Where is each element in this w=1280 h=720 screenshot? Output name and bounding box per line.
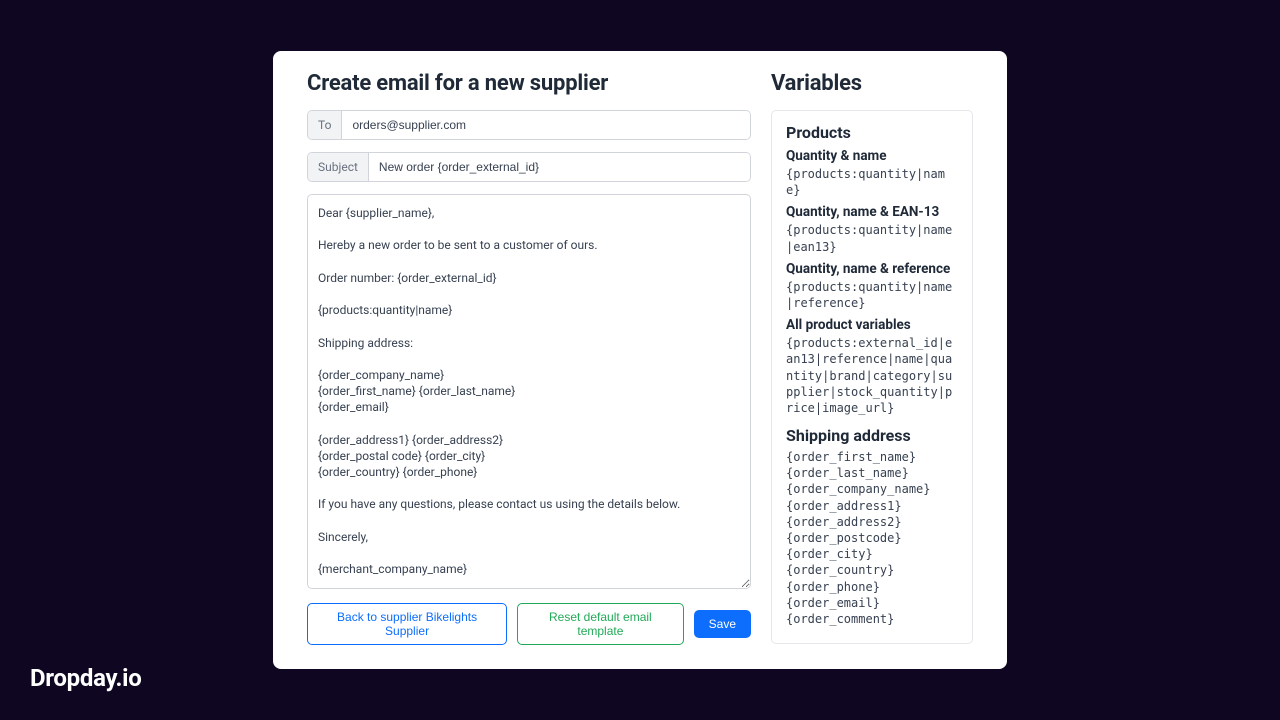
reset-button[interactable]: Reset default email template	[517, 603, 684, 645]
subject-field-row: Subject	[307, 152, 751, 182]
var-code: {order_first_name}	[786, 449, 958, 465]
body-textarea[interactable]	[307, 194, 751, 589]
to-field-row: To	[307, 110, 751, 140]
var-code: {order_email}	[786, 595, 958, 611]
email-form: Create email for a new supplier To Subje…	[307, 71, 751, 645]
to-label: To	[308, 111, 342, 139]
var-code: {order_phone}	[786, 579, 958, 595]
save-button[interactable]: Save	[694, 610, 751, 638]
var-label: Quantity, name & EAN-13	[786, 204, 958, 220]
var-code: {products:quantity|name|ean13}	[786, 222, 958, 254]
subject-label: Subject	[308, 153, 369, 181]
page-title: Create email for a new supplier	[307, 71, 751, 96]
subject-input[interactable]	[369, 153, 750, 181]
modal-card: Create email for a new supplier To Subje…	[273, 51, 1007, 669]
products-heading: Products	[786, 123, 958, 142]
brand-logo: Dropday.io	[30, 664, 141, 692]
var-code: {order_country}	[786, 562, 958, 578]
variables-title: Variables	[771, 71, 973, 96]
var-code: {order_comment}	[786, 611, 958, 627]
shipping-vars-list: {order_first_name} {order_last_name} {or…	[786, 449, 958, 627]
var-code: {order_city}	[786, 546, 958, 562]
back-button[interactable]: Back to supplier Bikelights Supplier	[307, 603, 507, 645]
var-label: All product variables	[786, 317, 958, 333]
var-code: {order_last_name}	[786, 465, 958, 481]
var-code: {order_company_name}	[786, 481, 958, 497]
var-code: {order_address2}	[786, 514, 958, 530]
var-code: {products:quantity|name}	[786, 166, 958, 198]
var-code: {order_address1}	[786, 498, 958, 514]
var-label: Quantity & name	[786, 148, 958, 164]
var-code: {order_postcode}	[786, 530, 958, 546]
variables-sidebar: Variables Products Quantity & name {prod…	[771, 71, 973, 645]
action-bar: Back to supplier Bikelights Supplier Res…	[307, 603, 751, 645]
shipping-heading: Shipping address	[786, 426, 958, 445]
to-input[interactable]	[342, 111, 750, 139]
var-label: Quantity, name & reference	[786, 261, 958, 277]
var-code: {products:quantity|name|reference}	[786, 279, 958, 311]
var-code: {products:external_id|ean13|reference|na…	[786, 335, 958, 416]
variables-panel: Products Quantity & name {products:quant…	[771, 110, 973, 644]
